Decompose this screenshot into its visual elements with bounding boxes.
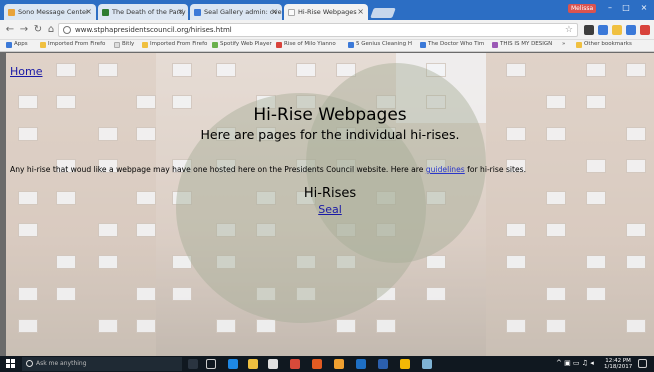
web-page: Home Hi-Rise Webpages Here are pages for… [6,53,654,356]
tab-close-icon[interactable]: × [85,7,92,16]
page-icon [114,42,120,48]
bookmark-favicon [492,42,498,48]
guidelines-link[interactable]: guidelines [426,165,465,174]
close-window-icon[interactable]: × [636,2,652,13]
folder-icon [576,42,582,48]
minimize-icon[interactable]: – [602,2,618,13]
extension-icon[interactable] [640,25,650,35]
browser-toolbar: ← → ↻ ⌂ www.stphapresidentscouncil.org/h… [0,20,654,40]
tab-close-icon[interactable]: × [271,7,278,16]
microphone-icon[interactable] [188,359,198,369]
firefox-icon[interactable] [312,359,322,369]
bookmark-item[interactable]: THIS IS MY DESIGN [492,41,552,48]
address-bar[interactable]: www.stphapresidentscouncil.org/hirises.h… [58,23,578,37]
seal-link-row: Seal [6,203,654,216]
store-icon[interactable] [268,359,278,369]
tab-favicon [194,9,201,16]
tab-close-icon[interactable]: × [357,7,364,16]
apps-icon [6,42,12,48]
chrome-icon[interactable] [334,359,344,369]
tab-close-icon[interactable]: × [177,7,184,16]
bookmark-item[interactable]: Bitly [114,41,134,48]
user-profile-button[interactable]: Melissa [568,4,597,13]
page-icon [288,9,295,16]
bookmark-favicon [420,42,426,48]
folder-icon [40,42,46,48]
bookmarks-overflow-button[interactable]: » [562,41,565,47]
tab-hi-rise-webpages[interactable]: Hi-Rise Webpages × [284,4,368,21]
taskbar: Ask me anything ^ ▣ ▭ ♫ ◂ 12:42 PM 1/18/… [0,356,654,372]
maximize-icon[interactable]: □ [618,2,634,13]
tab-favicon [8,9,15,16]
page-subtitle: Here are pages for the individual hi-ris… [200,127,460,142]
bookmark-item[interactable]: The Doctor Who Tim [420,41,484,48]
forward-arrow-icon[interactable]: → [18,24,30,36]
tab-death-of-the-party[interactable]: The Death of the Party - × [98,4,188,20]
tab-sono-message-center[interactable]: Sono Message Center × [4,4,96,20]
cortana-search-box[interactable]: Ask me anything [22,357,182,371]
hi-rises-heading: Hi-Rises [303,186,357,201]
bookmark-item[interactable]: Spotify Web Player [212,41,272,48]
app-icon[interactable] [356,359,366,369]
extension-icon[interactable] [626,25,636,35]
task-view-icon[interactable] [206,359,216,369]
extension-icon[interactable] [584,25,594,35]
mail-icon[interactable] [290,359,300,369]
bookmark-apps[interactable]: Apps [6,41,28,48]
word-icon[interactable] [378,359,388,369]
tab-seal-gallery-admin[interactable]: Seal Gallery admin: over × [190,4,282,20]
bookmark-favicon [276,42,282,48]
home-icon[interactable]: ⌂ [45,24,57,36]
extension-icon[interactable] [598,25,608,35]
intro-text: Any hi-rise that woud like a webpage may… [10,165,527,174]
tray-icons[interactable]: ^ ▣ ▭ ♫ ◂ [556,360,594,367]
tab-favicon [102,9,109,16]
browser-title-bar: Sono Message Center × The Death of the P… [0,0,654,21]
bookmark-item[interactable]: Imported From Firefo [142,41,207,48]
seal-link[interactable]: Seal [318,203,342,216]
page-title: Hi-Rise Webpages [253,105,407,125]
extension-icon[interactable] [612,25,622,35]
file-explorer-icon[interactable] [248,359,258,369]
folder-icon [142,42,148,48]
spotify-icon [212,42,218,48]
new-tab-button[interactable] [370,8,396,18]
app-icon[interactable] [400,359,410,369]
bookmark-item[interactable]: Imported From Firefo [40,41,105,48]
reload-icon[interactable]: ↻ [32,24,44,36]
app-icon[interactable] [422,359,432,369]
bookmark-item[interactable]: Rise of Milo Yianno [276,41,336,48]
bookmark-item[interactable]: 5 Genius Cleaning H [348,41,412,48]
other-bookmarks-folder[interactable]: Other bookmarks [576,41,632,48]
bookmarks-bar: Apps Imported From Firefo Bitly Imported… [0,40,654,52]
bookmark-star-icon[interactable]: ☆ [565,25,573,35]
clock[interactable]: 12:42 PM 1/18/2017 [604,358,632,370]
bookmark-favicon [348,42,354,48]
home-link[interactable]: Home [10,65,42,78]
cortana-icon [26,360,33,367]
notification-icon[interactable] [638,359,647,368]
edge-icon[interactable] [228,359,238,369]
back-arrow-icon[interactable]: ← [4,24,16,36]
windows-start-icon[interactable] [6,359,16,369]
info-icon[interactable] [63,26,71,34]
url-text: www.stphapresidentscouncil.org/hirises.h… [75,26,232,34]
